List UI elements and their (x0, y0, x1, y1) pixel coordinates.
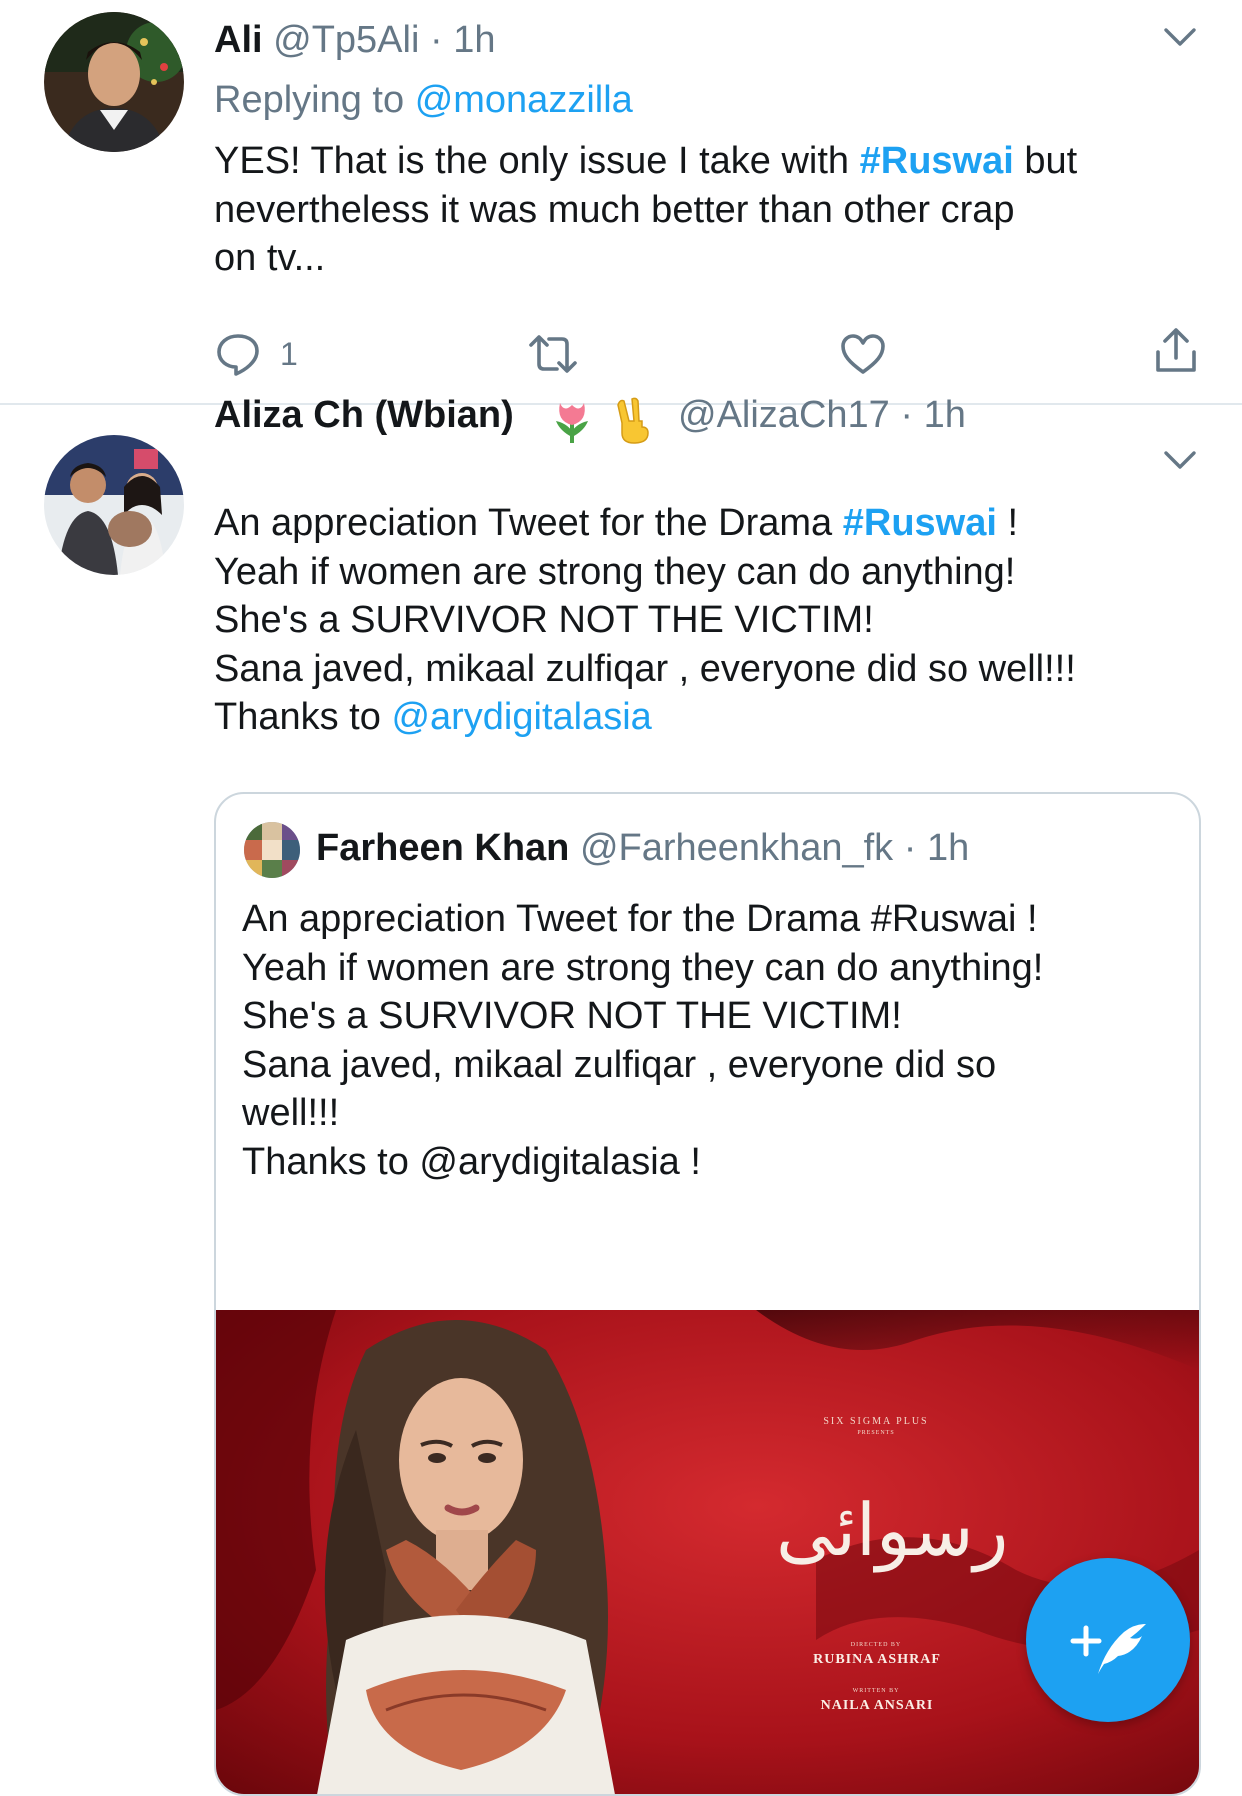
quoted-text-line: Yeah if women are strong they can do any… (242, 946, 1044, 989)
quoted-text-line: She's a SURVIVOR NOT THE VICTIM! (242, 995, 902, 1037)
user-handle: @Farheenkhan_fk (579, 827, 894, 869)
tweet-text-line: She's a SURVIVOR NOT THE VICTIM! (214, 599, 874, 641)
replying-to: Replying to @monazzilla (214, 77, 633, 123)
hashtag-link[interactable]: #Ruswai (860, 140, 1014, 182)
tweet-ali[interactable]: Ali @Tp5Ali · 1h Replying to @monazzilla… (0, 0, 1242, 404)
quoted-header: Farheen Khan @Farheenkhan_fk · 1h (316, 825, 969, 871)
quoted-text-line: Sana javed, mikaal zulfiqar , everyone d… (242, 1043, 997, 1086)
hashtag-link[interactable]: #Ruswai (843, 502, 997, 544)
quoted-media-image[interactable]: SIX SIGMA PLUS PRESENTS رسوائی DIRECTED … (216, 1310, 1199, 1794)
tweet-text-line: Yeah if women are strong they can do any… (214, 550, 1016, 593)
poster-director: RUBINA ASHRAF (813, 1652, 941, 1667)
like-button[interactable] (839, 332, 887, 376)
avatar[interactable] (44, 435, 184, 575)
replying-to-mention[interactable]: @monazzilla (415, 79, 633, 121)
user-handle[interactable]: @AlizaCh17 (678, 394, 890, 436)
timestamp: 1h (926, 827, 970, 869)
share-icon (1156, 328, 1196, 372)
text-segment: YES! That is the only issue I take with (214, 140, 850, 182)
retweet-icon (529, 335, 577, 373)
reply-count: 1 (280, 335, 298, 372)
tweet-text-line: Thanks to @arydigitalasia (214, 693, 1224, 742)
avatar (244, 822, 300, 878)
timestamp: 1h (923, 394, 966, 436)
poster-producer: SIX SIGMA PLUS (823, 1416, 929, 1427)
retweet-button[interactable] (527, 332, 579, 376)
reply-icon (217, 334, 259, 376)
poster-writer: NAILA ANSARI (820, 1698, 934, 1713)
poster-directed-by: DIRECTED BY (850, 1642, 902, 1648)
quoted-text-line: well!!! (242, 1092, 340, 1134)
tulip-emoji (556, 403, 588, 443)
separator: · (429, 19, 443, 61)
share-button[interactable] (1152, 326, 1200, 376)
text-segment: Thanks to (214, 696, 381, 738)
poster-title: رسوائی (776, 1488, 1009, 1572)
tweet-header: Aliza Ch (Wbian) (214, 392, 514, 438)
timestamp: 1h (453, 19, 496, 61)
tweet-header: Ali @Tp5Ali · 1h (214, 17, 495, 63)
display-name[interactable]: Ali (214, 19, 263, 61)
chevron-down-icon[interactable] (1160, 445, 1200, 475)
mention-link[interactable]: @arydigitalasia (391, 696, 651, 738)
text-segment: ! (1007, 502, 1019, 544)
display-name[interactable]: Aliza Ch (Wbian) (214, 394, 514, 436)
tweet-text-line: An appreciation Tweet for the Drama #Rus… (214, 499, 1224, 548)
chevron-down-icon[interactable] (1160, 22, 1200, 52)
quoted-text: An appreciation Tweet for the Drama #Rus… (242, 895, 1182, 1186)
text-segment: but (1024, 140, 1078, 182)
separator: · (900, 394, 914, 436)
tweet-header-meta: @AlizaCh17 · 1h (678, 392, 966, 438)
display-name: Farheen Khan (316, 827, 570, 869)
replying-to-label: Replying to (214, 79, 405, 121)
compose-tweet-icon (1070, 1624, 1146, 1674)
tweet-text-line: YES! That is the only issue I take with … (214, 137, 1214, 186)
avatar[interactable] (44, 12, 184, 152)
tweet-text: YES! That is the only issue I take with … (214, 137, 1214, 283)
quoted-text-line: Thanks to @arydigitalasia ! (242, 1140, 701, 1183)
quoted-text-line: An appreciation Tweet for the Drama #Rus… (242, 898, 1038, 940)
poster-written-by: WRITTEN BY (852, 1688, 900, 1694)
poster-presents: PRESENTS (857, 1430, 895, 1436)
tweet-text-line: nevertheless it was much better than oth… (214, 188, 1015, 231)
tweet-text-line: Sana javed, mikaal zulfiqar , everyone d… (214, 647, 1076, 690)
separator: · (903, 827, 917, 869)
tweet-text: An appreciation Tweet for the Drama #Rus… (214, 499, 1224, 742)
tweet-text-line: on tv... (214, 237, 326, 279)
compose-tweet-button[interactable] (1026, 1558, 1190, 1722)
text-segment: An appreciation Tweet for the Drama (214, 502, 833, 544)
reply-button[interactable]: 1 (214, 330, 298, 378)
like-icon (841, 334, 885, 374)
user-handle[interactable]: @Tp5Ali (273, 19, 419, 61)
victory-hand-emoji (617, 397, 649, 444)
